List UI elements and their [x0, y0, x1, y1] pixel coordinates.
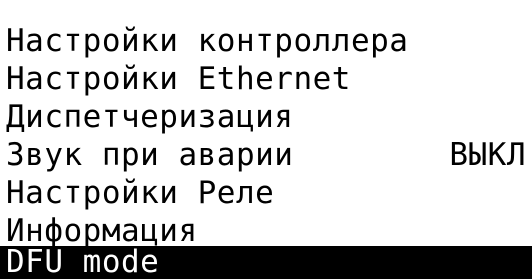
lcd-menu-screen: Настройки контроллера Настройки Ethernet…	[0, 0, 532, 279]
menu-item-label: Настройки Ethernet	[6, 61, 351, 97]
menu-item-alarm-sound[interactable]: Звук при аварии ВЫКЛ	[0, 136, 532, 174]
menu-item-dispatching[interactable]: Диспетчеризация	[0, 98, 532, 136]
menu-item-information[interactable]: Информация	[0, 212, 532, 250]
menu-item-label: Информация	[6, 213, 198, 249]
menu-item-ethernet-settings[interactable]: Настройки Ethernet	[0, 60, 532, 98]
menu-item-label: Настройки Реле	[6, 175, 275, 211]
menu-item-controller-settings[interactable]: Настройки контроллера	[0, 22, 532, 60]
menu-item-dfu-mode[interactable]: DFU mode	[0, 246, 532, 279]
menu-item-label: DFU mode	[6, 246, 160, 279]
menu-item-label: Настройки контроллера	[6, 23, 409, 59]
menu-item-label: Диспетчеризация	[6, 99, 294, 135]
alarm-sound-value: ВЫКЛ	[449, 137, 526, 173]
menu-item-label: Звук при аварии	[6, 137, 294, 173]
menu-item-relay-settings[interactable]: Настройки Реле	[0, 174, 532, 212]
